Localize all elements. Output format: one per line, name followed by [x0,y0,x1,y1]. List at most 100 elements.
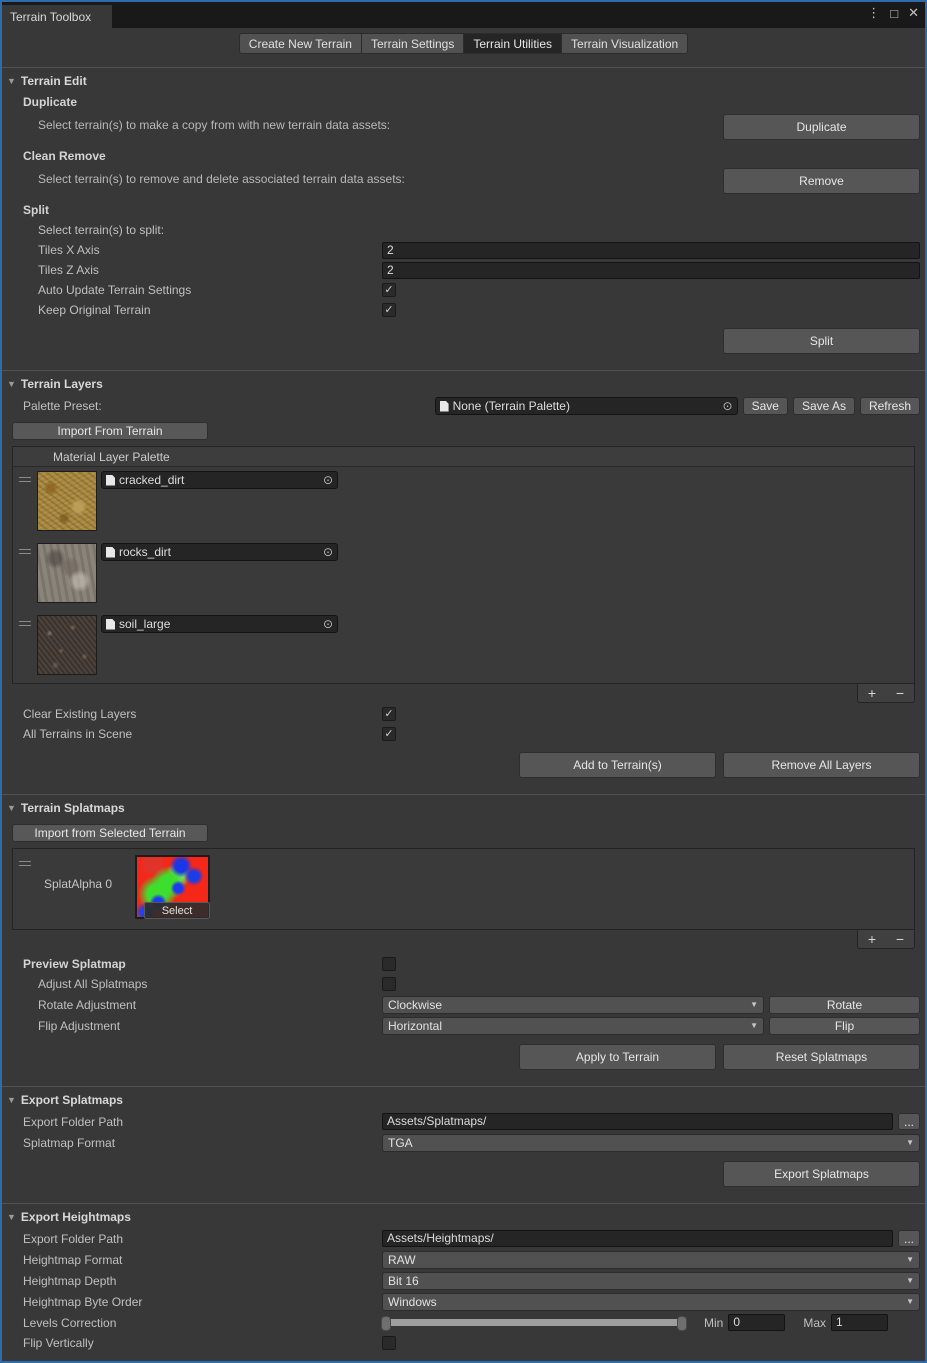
adjust-all-splatmaps-checkbox[interactable] [382,977,396,991]
heightmap-depth-dropdown[interactable]: Bit 16 ▼ [382,1272,920,1290]
drag-handle-icon[interactable] [13,615,37,626]
add-to-terrains-button[interactable]: Add to Terrain(s) [519,752,716,778]
window-tab[interactable]: Terrain Toolbox [2,5,112,28]
tiles-z-input[interactable]: 2 [382,262,920,279]
levels-correction-slider[interactable] [382,1314,686,1332]
section-terrain-layers: ▼ Terrain Layers Palette Preset: None (T… [2,371,925,786]
export-heightmaps-foldout[interactable]: ▼ Export Heightmaps [2,1206,925,1228]
layer-row-cracked-dirt[interactable]: cracked_dirt ⊙ [13,467,914,539]
drag-handle-icon[interactable] [13,471,37,482]
layer-texture-thumbnail[interactable] [37,615,97,675]
auto-update-checkbox[interactable]: ✓ [382,283,396,297]
refresh-button[interactable]: Refresh [860,397,920,415]
select-splatmap-button[interactable]: Select [144,902,210,919]
list-header-label: Material Layer Palette [53,450,170,464]
section-export-heightmaps: ▼ Export Heightmaps Export Folder Path A… [2,1204,925,1363]
layer-object-field[interactable]: soil_large ⊙ [101,615,338,633]
tab-label: Terrain Utilities [473,37,552,51]
splat-row[interactable]: SplatAlpha 0 Select [13,849,914,929]
layer-row-soil-large[interactable]: soil_large ⊙ [13,611,914,683]
flip-adjustment-value: Horizontal [388,1019,442,1033]
splatmap-folder-input[interactable]: Assets/Splatmaps/ [382,1113,893,1130]
terrain-layers-foldout[interactable]: ▼ Terrain Layers [2,373,925,395]
layer-object-field[interactable]: rocks_dirt ⊙ [101,543,338,561]
export-folder-path-label: Export Folder Path [2,1232,123,1246]
foldout-icon: ▼ [7,76,16,86]
object-picker-icon[interactable]: ⊙ [319,545,337,559]
remove-layer-button[interactable]: − [896,686,904,700]
rotate-button[interactable]: Rotate [769,996,920,1014]
rotate-adjustment-dropdown[interactable]: Clockwise ▼ [382,996,764,1014]
window-menu-icon[interactable]: ⋮ [867,5,880,21]
add-splatmap-button[interactable]: + [868,932,876,946]
terrain-splatmaps-foldout[interactable]: ▼ Terrain Splatmaps [2,797,925,819]
object-picker-icon[interactable]: ⊙ [319,473,337,487]
duplicate-button[interactable]: Duplicate [723,114,920,140]
tab-terrain-utilities[interactable]: Terrain Utilities [463,33,561,54]
export-splatmaps-foldout[interactable]: ▼ Export Splatmaps [2,1089,925,1111]
heightmap-format-dropdown[interactable]: RAW ▼ [382,1251,920,1269]
check-icon: ✓ [384,285,393,296]
browse-folder-button[interactable]: ... [898,1113,920,1130]
section-title: Export Heightmaps [21,1210,131,1224]
tab-terrain-visualization[interactable]: Terrain Visualization [561,33,688,54]
tab-label: Terrain Visualization [571,37,678,51]
clean-remove-heading: Clean Remove [2,146,925,166]
terrain-edit-foldout[interactable]: ▼ Terrain Edit [2,70,925,92]
export-folder-path-label: Export Folder Path [2,1115,123,1129]
remove-splatmap-button[interactable]: − [896,932,904,946]
all-terrains-in-scene-checkbox[interactable]: ✓ [382,727,396,741]
remove-button[interactable]: Remove [723,168,920,194]
max-input[interactable]: 1 [831,1314,888,1331]
object-picker-icon[interactable]: ⊙ [319,617,337,631]
drag-handle-icon[interactable] [13,543,37,554]
clear-existing-layers-checkbox[interactable]: ✓ [382,707,396,721]
heightmap-depth-value: Bit 16 [388,1274,419,1288]
keep-original-label: Keep Original Terrain [2,303,151,317]
remove-all-layers-button[interactable]: Remove All Layers [723,752,920,778]
layer-name: cracked_dirt [119,473,319,487]
splatmap-format-dropdown[interactable]: TGA ▼ [382,1134,920,1152]
drag-handle-icon[interactable] [13,855,37,866]
flip-adjustment-dropdown[interactable]: Horizontal ▼ [382,1017,764,1035]
layer-row-rocks-dirt[interactable]: rocks_dirt ⊙ [13,539,914,611]
import-from-selected-terrain-button[interactable]: Import from Selected Terrain [12,824,208,842]
layer-texture-thumbnail[interactable] [37,543,97,603]
save-as-button[interactable]: Save As [793,397,855,415]
flip-vertically-checkbox[interactable] [382,1336,396,1350]
split-description: Select terrain(s) to split: [2,223,164,237]
flip-vertically-label: Flip Vertically [2,1336,94,1350]
tab-terrain-settings[interactable]: Terrain Settings [361,33,463,54]
export-splatmaps-button[interactable]: Export Splatmaps [723,1161,920,1187]
min-input[interactable]: 0 [728,1314,785,1331]
save-button[interactable]: Save [743,397,788,415]
preview-splatmap-checkbox[interactable] [382,957,396,971]
material-layer-palette-list: Material Layer Palette cracked_dirt ⊙ ro… [12,446,915,684]
levels-correction-label: Levels Correction [2,1316,116,1330]
chevron-down-icon: ▼ [750,1021,758,1030]
split-button[interactable]: Split [723,328,920,354]
browse-folder-button[interactable]: ... [898,1230,920,1247]
tiles-x-input[interactable]: 2 [382,242,920,259]
layer-object-field[interactable]: cracked_dirt ⊙ [101,471,338,489]
keep-original-checkbox[interactable]: ✓ [382,303,396,317]
close-icon[interactable]: ✕ [908,5,919,21]
object-picker-icon[interactable]: ⊙ [719,399,737,413]
asset-icon [106,475,115,486]
layer-texture-thumbnail[interactable] [37,471,97,531]
reset-splatmaps-button[interactable]: Reset Splatmaps [723,1044,920,1070]
flip-button[interactable]: Flip [769,1017,920,1035]
splat-name: SplatAlpha 0 [37,855,135,891]
tab-create-new-terrain[interactable]: Create New Terrain [239,33,361,54]
add-layer-button[interactable]: + [868,686,876,700]
splatmap-thumbnail[interactable]: Select [135,855,210,919]
maximize-icon[interactable]: □ [890,6,898,21]
tiles-z-label: Tiles Z Axis [2,263,99,277]
palette-preset-object-field[interactable]: None (Terrain Palette) ⊙ [435,397,738,415]
heightmap-byte-order-dropdown[interactable]: Windows ▼ [382,1293,920,1311]
material-layer-palette-header: Material Layer Palette [13,447,914,467]
flip-adjustment-label: Flip Adjustment [2,1019,120,1033]
import-from-terrain-button[interactable]: Import From Terrain [12,422,208,440]
heightmap-folder-input[interactable]: Assets/Heightmaps/ [382,1230,893,1247]
apply-to-terrain-button[interactable]: Apply to Terrain [519,1044,716,1070]
